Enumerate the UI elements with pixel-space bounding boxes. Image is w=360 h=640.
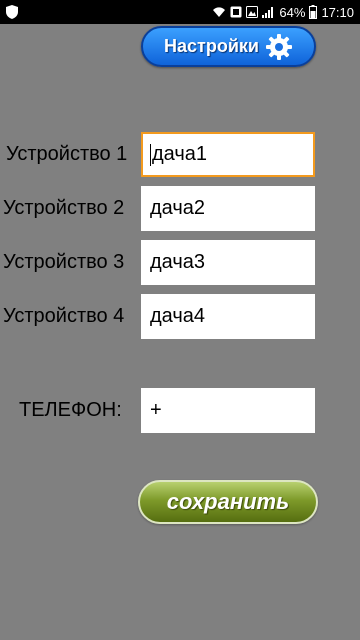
battery-percent: 64% xyxy=(279,4,306,20)
device-3-input[interactable]: дача3 xyxy=(141,240,315,285)
device-2-input[interactable]: дача2 xyxy=(141,186,315,231)
phone-value: + xyxy=(150,399,162,421)
device-3-value: дача3 xyxy=(150,251,206,273)
device-1-label: Устройство 1 xyxy=(6,143,128,165)
save-button-label: сохранить xyxy=(166,489,290,514)
device-4-value: дача4 xyxy=(150,305,206,327)
text-cursor xyxy=(150,143,151,166)
gear-icon xyxy=(265,33,292,60)
device-2-label: Устройство 2 xyxy=(3,197,125,219)
device-1-value: дача1 xyxy=(152,143,208,165)
phone-input[interactable]: + xyxy=(141,388,315,433)
notification-icon xyxy=(230,6,242,18)
battery-icon xyxy=(309,5,318,19)
status-bar: 64% 17:10 xyxy=(0,0,360,24)
clock: 17:10 xyxy=(321,4,354,20)
device-2-value: дача2 xyxy=(150,197,206,219)
signal-icon xyxy=(262,7,274,18)
settings-button[interactable]: Настройки xyxy=(141,26,316,67)
wifi-icon xyxy=(213,7,226,17)
device-4-label: Устройство 4 xyxy=(3,305,125,327)
device-1-input[interactable]: дача1 xyxy=(141,132,315,177)
save-button[interactable]: сохранить xyxy=(138,480,318,524)
device-3-label: Устройство 3 xyxy=(3,251,125,273)
device-4-input[interactable]: дача4 xyxy=(141,294,315,339)
settings-button-label: Настройки xyxy=(164,36,259,56)
phone-label: ТЕЛЕФОН: xyxy=(19,399,122,421)
shield-icon xyxy=(6,5,18,19)
notification-icon xyxy=(246,6,259,18)
